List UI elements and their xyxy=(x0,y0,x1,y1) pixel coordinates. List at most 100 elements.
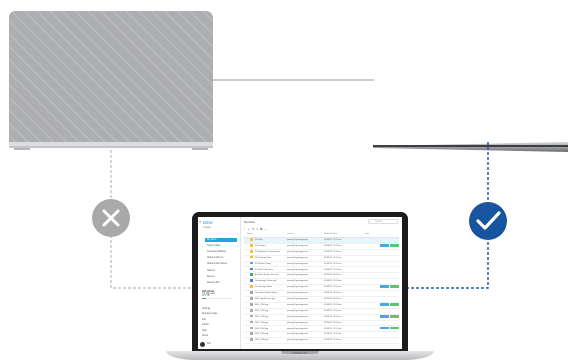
row-owner: jeremy@synology.com xyxy=(287,303,308,306)
avatar[interactable] xyxy=(200,342,205,347)
sidebar-bottom-item[interactable]: Info xyxy=(202,319,206,321)
create-button[interactable]: Create xyxy=(203,226,211,229)
row-name: 3D Materials & Instructions xyxy=(255,250,280,253)
row-name: 3D Files xyxy=(255,239,263,241)
status-badge xyxy=(380,302,389,306)
status-badge xyxy=(390,326,399,330)
storage-bar xyxy=(202,298,232,299)
menu-icon[interactable]: ≡ xyxy=(199,220,201,224)
photo-icon xyxy=(250,314,253,318)
row-owner: jeremy@synology.com xyxy=(287,321,308,324)
row-time: 07/06/21 12:31 am xyxy=(324,274,342,277)
row-owner: jeremy@synology.com xyxy=(287,327,308,330)
toolbar-button[interactable]: ⋯ xyxy=(264,227,268,231)
folder-icon xyxy=(250,238,253,241)
row-time: 07/06/21 12:31 am xyxy=(324,286,342,289)
col-size[interactable]: Size xyxy=(365,233,369,235)
laptop: ≡ Drive Create My Drive Team Folder Comput… xyxy=(166,212,434,363)
row-owner: jeremy@synology.com xyxy=(287,315,308,318)
table-row[interactable]: IMG_1396.jpg jeremy@synology.com 07/06/21 … xyxy=(244,338,399,345)
row-time: 07/06/21 12:31 am xyxy=(324,315,342,318)
col-owner[interactable]: Owner xyxy=(287,233,293,235)
row-name: Township Related Notes xyxy=(255,292,278,295)
status-badge xyxy=(390,285,399,289)
toolbar: ↑+✎⇩⇆⋯ xyxy=(244,227,268,231)
photo-icon xyxy=(250,308,253,312)
doc-icon xyxy=(250,267,253,271)
sidebar-item[interactable]: Shared with me xyxy=(205,256,237,260)
row-time: 07/06/21 12:31 am xyxy=(324,280,342,283)
row-name: Architect Study Form.xlsx xyxy=(255,274,279,277)
row-time: 07/06/21 12:31 am xyxy=(324,262,342,265)
status-badge xyxy=(380,285,389,289)
check-icon xyxy=(469,202,507,240)
row-name: 3D Textures Files xyxy=(255,256,272,259)
sidebar-item[interactable]: Recent xyxy=(205,275,237,279)
search-placeholder: Search xyxy=(375,221,383,223)
sheet-icon xyxy=(250,273,253,277)
folder-icon xyxy=(250,255,253,259)
row-time: 07/06/21 12:31 am xyxy=(324,239,342,241)
status-badge xyxy=(390,243,399,247)
row-owner: jeremy@synology.com xyxy=(287,280,308,283)
row-owner: jeremy@synology.com xyxy=(287,250,308,253)
row-owner: jeremy@synology.com xyxy=(287,262,308,265)
row-name: 3D Works Gallery xyxy=(255,262,272,265)
col-modified[interactable]: Modified Time xyxy=(324,233,338,235)
laptop-lid: ≡ Drive Create My Drive Team Folder Comput… xyxy=(192,212,408,351)
row-name: IMG_1393.jpg xyxy=(255,321,269,324)
row-time: 07/06/21 12:31 am xyxy=(324,309,342,312)
sidebar-item[interactable]: Starred xyxy=(205,269,237,273)
row-name: IMG_Sign4Forms.jpg xyxy=(255,298,275,300)
status-badge xyxy=(390,302,399,306)
row-name: IMG_1390.jpg xyxy=(255,303,269,306)
row-name: IMG_1396.jpg xyxy=(255,339,269,342)
image-icon xyxy=(250,261,253,265)
sidebar-bottom-item[interactable]: Help xyxy=(202,330,207,332)
illustration: ≡ Drive Create My Drive Team Folder Comput… xyxy=(0,0,568,363)
file-icon xyxy=(250,291,253,294)
cross-icon xyxy=(92,199,130,237)
status-badge xyxy=(380,314,389,318)
breadcrumb[interactable]: My Drive xyxy=(244,220,255,224)
search-input[interactable]: ⌕ Search xyxy=(368,219,398,224)
drive-sidebar: ≡ Drive Create My Drive Team Folder Comput… xyxy=(198,217,241,349)
row-time: 07/06/21 12:31 am xyxy=(324,303,342,306)
row-time: 07/06/21 12:31 am xyxy=(324,327,342,330)
row-time: 07/06/21 12:31 am xyxy=(324,256,342,259)
row-name: Technology Outline.pdf xyxy=(255,280,277,283)
row-name: 3D Designs xyxy=(255,244,266,247)
photo-icon xyxy=(250,326,253,330)
photo-icon xyxy=(250,332,253,336)
row-owner: jeremy@synology.com xyxy=(287,244,308,247)
sidebar-item[interactable]: Shared with others xyxy=(205,262,237,266)
folder-icon xyxy=(250,243,253,247)
sidebar-item[interactable]: Computer Backup xyxy=(205,250,237,254)
row-time: 07/06/21 12:31 am xyxy=(324,268,342,271)
sidebar-bottom-item[interactable]: Storage Usage xyxy=(202,313,217,315)
sidebar-bottom-item[interactable]: Labels xyxy=(202,324,209,326)
drive-logo: Drive xyxy=(203,220,213,225)
status-badge xyxy=(390,314,399,318)
photo-icon xyxy=(250,338,253,342)
col-name[interactable]: Name xyxy=(247,233,253,235)
status-badge xyxy=(380,243,389,247)
storage-panel: Jeff's Drive 3.6 GB used of 8 TB xyxy=(202,291,237,299)
row-name: IMG_1395.jpg xyxy=(255,333,269,336)
sidebar-item[interactable]: My Drive xyxy=(205,238,237,242)
row-name: IMG_1394.jpg xyxy=(255,327,269,330)
row-time: 07/06/21 12:31 am xyxy=(324,250,342,253)
row-owner: jeremy@synology.com xyxy=(287,268,308,271)
row-time: 07/06/21 12:31 am xyxy=(324,292,342,295)
laptop-screen: ≡ Drive Create My Drive Team Folder Comput… xyxy=(198,217,402,349)
row-time: 07/06/21 12:32 am xyxy=(324,244,342,247)
row-owner: jeremy@synology.com xyxy=(287,309,308,312)
sidebar-bottom-item[interactable]: About xyxy=(202,335,208,337)
row-owner: jeremy@synology.com xyxy=(287,274,308,277)
sidebar-item[interactable]: Team Folder xyxy=(205,244,237,248)
sidebar-item[interactable]: Recycle Bin xyxy=(205,281,237,285)
sidebar-bottom-item[interactable]: Settings xyxy=(202,308,210,310)
row-time: 07/06/21 12:31 am xyxy=(324,333,342,336)
storage-bar-fill xyxy=(202,298,206,299)
folder-icon xyxy=(250,285,253,288)
